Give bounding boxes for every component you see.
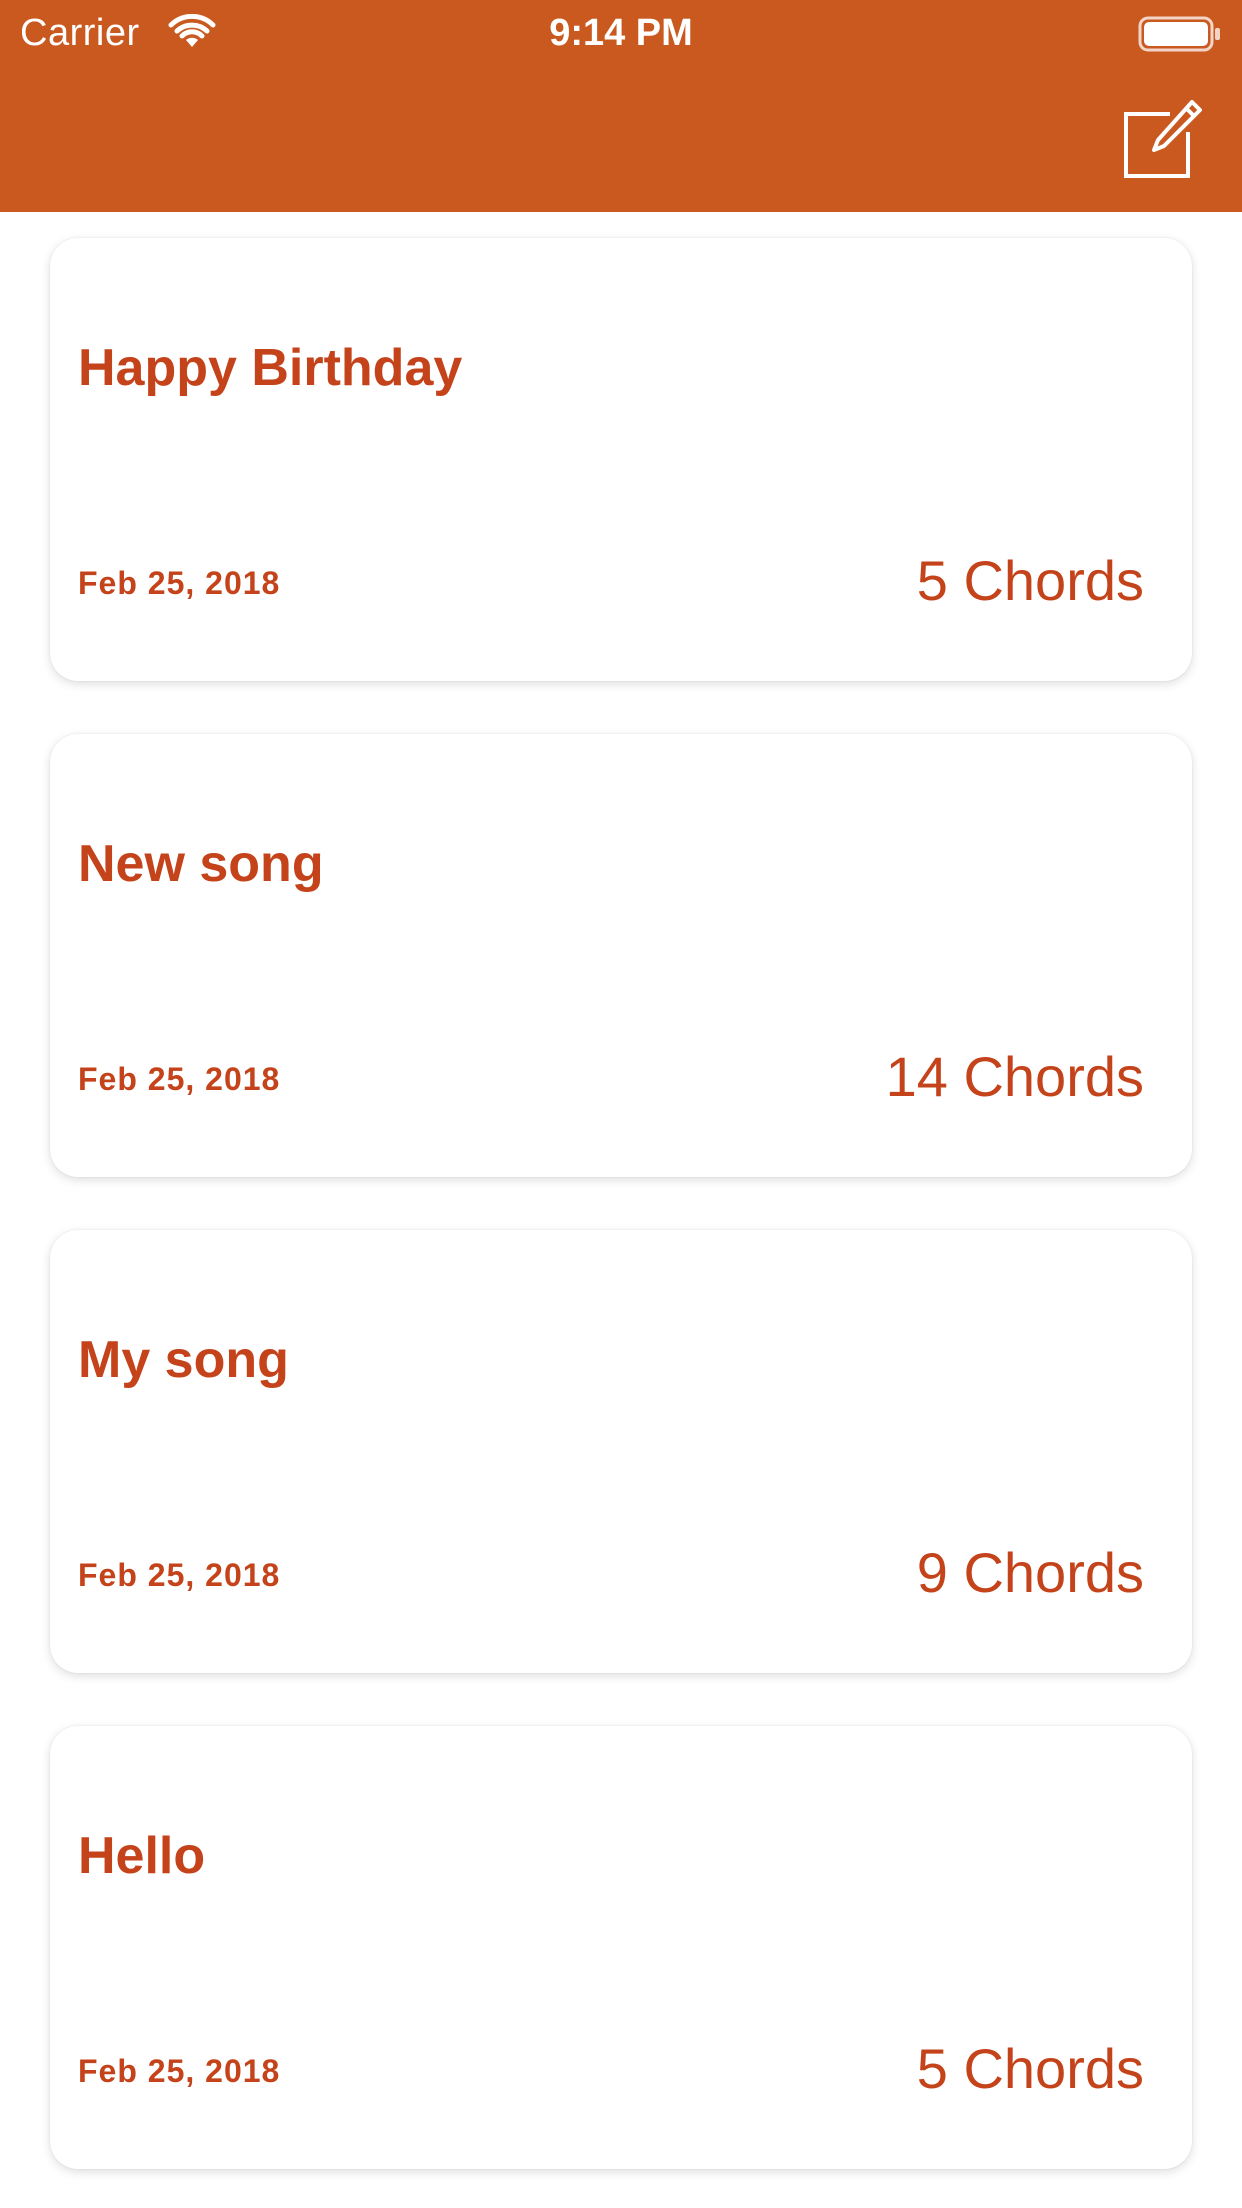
song-list-screen: Carrier 9:14 PM Happy Birthday Feb 25, 2…: [0, 0, 1242, 2208]
clock: 9:14 PM: [549, 12, 693, 54]
song-title: My song: [78, 1331, 289, 1389]
chord-count: 5 Chords: [916, 2037, 1144, 2100]
song-date: Feb 25, 2018: [78, 1557, 281, 1593]
song-card[interactable]: Hello Feb 25, 2018 5 Chords: [50, 1726, 1192, 2169]
song-title: Happy Birthday: [78, 339, 463, 397]
song-date: Feb 25, 2018: [78, 1061, 281, 1097]
song-card[interactable]: Happy Birthday Feb 25, 2018 5 Chords: [50, 238, 1192, 681]
status-bar: Carrier 9:14 PM: [0, 0, 1242, 66]
song-title: Hello: [78, 1827, 206, 1885]
song-date: Feb 25, 2018: [78, 565, 281, 601]
song-card[interactable]: New song Feb 25, 2018 14 Chords: [50, 734, 1192, 1177]
chord-count: 14 Chords: [885, 1045, 1144, 1108]
chord-count: 9 Chords: [916, 1541, 1144, 1604]
compose-icon[interactable]: [1120, 98, 1204, 180]
song-date: Feb 25, 2018: [78, 2053, 281, 2089]
battery-icon: [1138, 16, 1220, 52]
song-title: New song: [78, 835, 324, 893]
song-card[interactable]: My song Feb 25, 2018 9 Chords: [50, 1230, 1192, 1673]
chord-count: 5 Chords: [916, 549, 1144, 612]
navigation-bar: Carrier 9:14 PM: [0, 0, 1242, 212]
song-list: Happy Birthday Feb 25, 2018 5 Chords New…: [0, 212, 1242, 2208]
